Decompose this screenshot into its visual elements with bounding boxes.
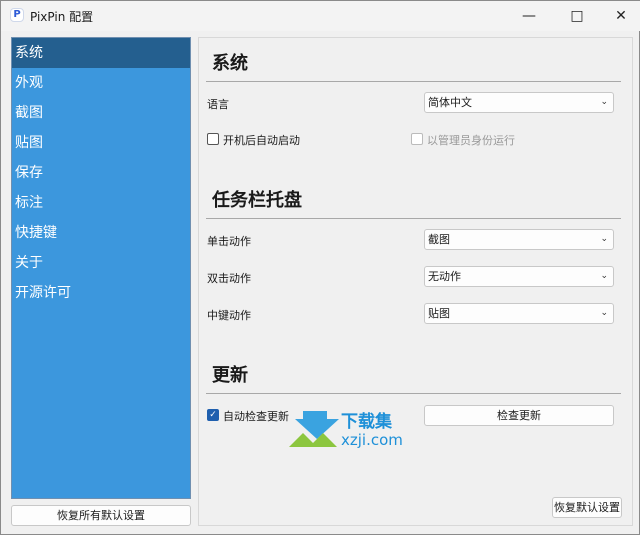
chevron-down-icon: ⌄ [600, 97, 608, 107]
sidebar-item-about[interactable]: 关于 [12, 248, 190, 278]
section-title-update: 更新 [212, 365, 248, 386]
sidebar-item-licenses[interactable]: 开源许可 [12, 278, 190, 308]
middle-click-value: 贴图 [428, 307, 450, 320]
double-click-label: 双击动作 [207, 272, 251, 285]
sidebar-item-system[interactable]: 系统 [12, 38, 190, 68]
chevron-down-icon: ⌄ [600, 308, 608, 318]
minimize-icon[interactable]: — [506, 1, 552, 31]
chevron-down-icon: ⌄ [600, 271, 608, 281]
sidebar-item-screenshot[interactable]: 截图 [12, 98, 190, 128]
single-click-value: 截图 [428, 233, 450, 246]
chevron-down-icon: ⌄ [600, 234, 608, 244]
middle-click-label: 中键动作 [207, 309, 251, 322]
restore-all-defaults-button[interactable]: 恢复所有默认设置 [11, 505, 191, 526]
divider [206, 81, 621, 82]
run-as-admin-label: 以管理员身份运行 [427, 134, 515, 147]
sidebar-item-appearance[interactable]: 外观 [12, 68, 190, 98]
auto-check-update-label: 自动检查更新 [223, 410, 289, 423]
language-select[interactable]: 简体中文 ⌄ [424, 92, 614, 113]
single-click-label: 单击动作 [207, 235, 251, 248]
section-title-system: 系统 [212, 53, 248, 74]
sidebar-item-save[interactable]: 保存 [12, 158, 190, 188]
maximize-icon[interactable]: □ [554, 1, 600, 31]
sidebar-item-pin[interactable]: 贴图 [12, 128, 190, 158]
svg-text:下载集: 下载集 [341, 411, 393, 432]
settings-panel: 系统 语言 简体中文 ⌄ 开机后自动启动 以管理员身份运行 任务栏托盘 单击动作 … [198, 37, 633, 526]
app-logo-icon: P [10, 8, 24, 22]
restore-defaults-button[interactable]: 恢复默认设置 [552, 497, 622, 518]
language-label: 语言 [207, 98, 229, 111]
divider [206, 393, 621, 394]
watermark-logo: 下载集 xzji.com [289, 411, 419, 451]
run-as-admin-checkbox[interactable] [411, 133, 423, 145]
svg-text:xzji.com: xzji.com [341, 431, 403, 449]
title-bar: P PixPin 配置 — □ ✕ [1, 1, 640, 31]
middle-click-select[interactable]: 贴图 ⌄ [424, 303, 614, 324]
section-title-tray: 任务栏托盘 [212, 190, 302, 211]
language-value: 简体中文 [428, 96, 472, 109]
double-click-value: 无动作 [428, 270, 461, 283]
autostart-label: 开机后自动启动 [223, 134, 300, 147]
close-icon[interactable]: ✕ [598, 1, 640, 31]
auto-check-update-checkbox[interactable]: ✓ [207, 409, 219, 421]
sidebar: 系统 外观 截图 贴图 保存 标注 快捷键 关于 开源许可 [11, 37, 191, 499]
sidebar-item-annotate[interactable]: 标注 [12, 188, 190, 218]
double-click-select[interactable]: 无动作 ⌄ [424, 266, 614, 287]
window-title: PixPin 配置 [30, 10, 94, 24]
autostart-checkbox[interactable] [207, 133, 219, 145]
check-update-button[interactable]: 检查更新 [424, 405, 614, 426]
single-click-select[interactable]: 截图 ⌄ [424, 229, 614, 250]
divider [206, 218, 621, 219]
sidebar-item-hotkeys[interactable]: 快捷键 [12, 218, 190, 248]
